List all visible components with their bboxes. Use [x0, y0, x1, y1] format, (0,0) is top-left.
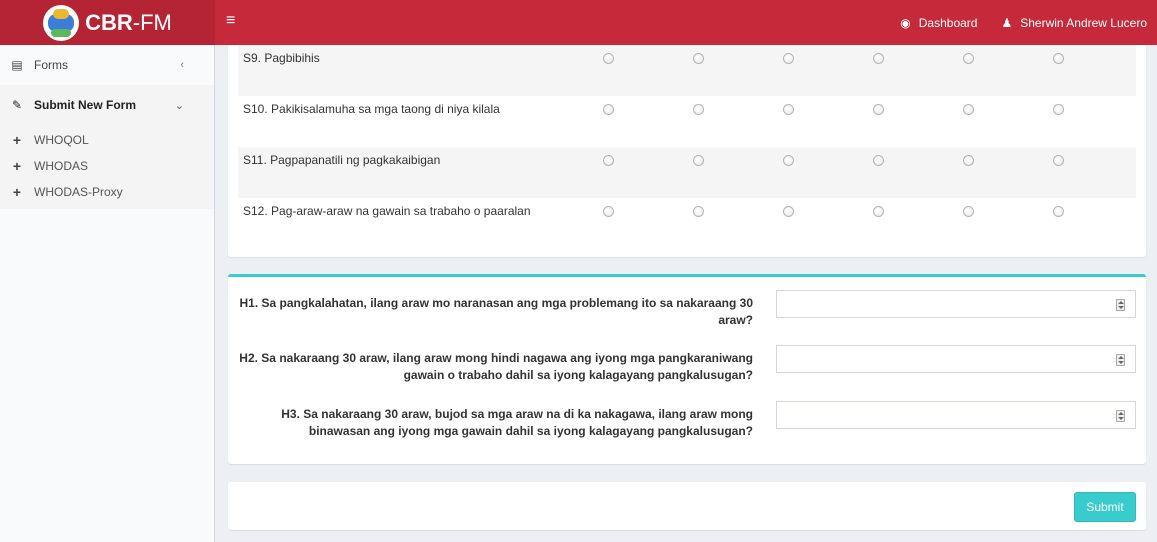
list-icon: ▤: [11, 58, 23, 72]
submit-button[interactable]: Submit: [1074, 492, 1136, 522]
sidebar: ▤ Forms ‹ ✎ Submit New Form ⌄ + WHOQOL +…: [0, 45, 215, 542]
dashboard-label: Dashboard: [918, 15, 978, 30]
radio-option-3[interactable]: [783, 155, 794, 166]
dashboard-icon: ◉: [900, 15, 911, 30]
h2-number-input[interactable]: [776, 345, 1136, 373]
radio-option-1[interactable]: [603, 206, 614, 217]
app-logo[interactable]: CBR-FM: [0, 0, 215, 45]
radio-option-1[interactable]: [603, 104, 614, 115]
question-label-h2: H2. Sa nakaraang 30 araw, ilang araw mon…: [239, 351, 753, 382]
sidebar-subitem-label: WHODAS: [34, 159, 88, 173]
user-menu[interactable]: ♟ Sherwin Andrew Lucero: [1001, 16, 1147, 30]
question-label: S12. Pag-araw-araw na gawain sa trabaho …: [243, 204, 531, 218]
radio-option-1[interactable]: [603, 53, 614, 64]
sidebar-item-label: Submit New Form: [34, 98, 137, 112]
sidebar-item-label: Forms: [34, 58, 68, 72]
radio-option-4[interactable]: [873, 104, 884, 115]
radio-option-5[interactable]: [963, 155, 974, 166]
radio-option-3[interactable]: [783, 53, 794, 64]
edit-icon: ✎: [11, 98, 23, 112]
top-navbar: CBR-FM ≡ ◉ Dashboard ♟ Sherwin Andrew Lu…: [0, 0, 1157, 45]
question-table-card: S9. Pagbibihis S10. Pakikisalamuha sa mg…: [228, 45, 1146, 257]
question-label-h3: H3. Sa nakaraang 30 araw, bujod sa mga a…: [281, 407, 753, 438]
question-row: S11. Pagpapanatili ng pagkakaibigan: [238, 147, 1136, 198]
question-row: S10. Pakikisalamuha sa mga taong di niya…: [238, 96, 1136, 147]
sidebar-subitem-whodas-proxy[interactable]: + WHODAS-Proxy: [0, 179, 214, 205]
sidebar-subitem-whoqol[interactable]: + WHOQOL: [0, 127, 214, 153]
radio-option-2[interactable]: [693, 155, 704, 166]
sidebar-item-forms[interactable]: ▤ Forms ‹: [0, 45, 214, 85]
radio-option-5[interactable]: [963, 53, 974, 64]
sidebar-subitem-whodas[interactable]: + WHODAS: [0, 153, 214, 179]
radio-option-2[interactable]: [693, 53, 704, 64]
question-row: S12. Pag-araw-araw na gawain sa trabaho …: [238, 198, 1136, 249]
radio-option-2[interactable]: [693, 104, 704, 115]
dashboard-link[interactable]: ◉ Dashboard: [900, 16, 977, 30]
chevron-left-icon: ‹: [180, 59, 184, 71]
question-label: S10. Pakikisalamuha sa mga taong di niya…: [243, 102, 500, 116]
spinner-icon[interactable]: [1116, 299, 1125, 311]
chevron-down-icon: ⌄: [174, 99, 184, 112]
main-content: S9. Pagbibihis S10. Pakikisalamuha sa mg…: [215, 45, 1157, 542]
plus-icon: +: [12, 132, 22, 148]
radio-option-4[interactable]: [873, 206, 884, 217]
radio-option-3[interactable]: [783, 206, 794, 217]
sidebar-subitem-label: WHODAS-Proxy: [34, 185, 123, 199]
h3-number-input[interactable]: [776, 401, 1136, 429]
user-name: Sherwin Andrew Lucero: [1020, 15, 1147, 30]
plus-icon: +: [12, 158, 22, 174]
radio-option-5[interactable]: [963, 104, 974, 115]
radio-option-4[interactable]: [873, 155, 884, 166]
radio-option-6[interactable]: [1053, 53, 1064, 64]
logo-text: CBR-FM: [85, 9, 172, 35]
sidebar-submenu: + WHOQOL + WHODAS + WHODAS-Proxy: [0, 125, 214, 209]
question-label: S9. Pagbibihis: [243, 51, 320, 65]
submit-card: Submit: [228, 482, 1146, 530]
radio-option-6[interactable]: [1053, 104, 1064, 115]
sidebar-item-submit-new-form[interactable]: ✎ Submit New Form ⌄: [0, 85, 214, 125]
sidebar-subitem-label: WHOQOL: [34, 133, 89, 147]
question-label-h1: H1. Sa pangkalahatan, ilang araw mo nara…: [239, 296, 754, 327]
h1-number-input[interactable]: [776, 290, 1136, 318]
plus-icon: +: [12, 184, 22, 200]
radio-option-6[interactable]: [1053, 155, 1064, 166]
spinner-icon[interactable]: [1116, 354, 1125, 366]
radio-option-1[interactable]: [603, 155, 614, 166]
radio-option-5[interactable]: [963, 206, 974, 217]
radio-option-4[interactable]: [873, 53, 884, 64]
health-questions-card: H1. Sa pangkalahatan, ilang araw mo nara…: [228, 274, 1146, 464]
question-label: S11. Pagpapanatili ng pagkakaibigan: [243, 153, 441, 167]
logo-emblem-icon: [43, 4, 80, 41]
radio-option-2[interactable]: [693, 206, 704, 217]
radio-option-3[interactable]: [783, 104, 794, 115]
spinner-icon[interactable]: [1116, 410, 1125, 422]
hamburger-icon[interactable]: ≡: [226, 12, 235, 30]
radio-option-6[interactable]: [1053, 206, 1064, 217]
question-row: S9. Pagbibihis: [238, 45, 1136, 96]
user-icon: ♟: [1001, 15, 1013, 30]
